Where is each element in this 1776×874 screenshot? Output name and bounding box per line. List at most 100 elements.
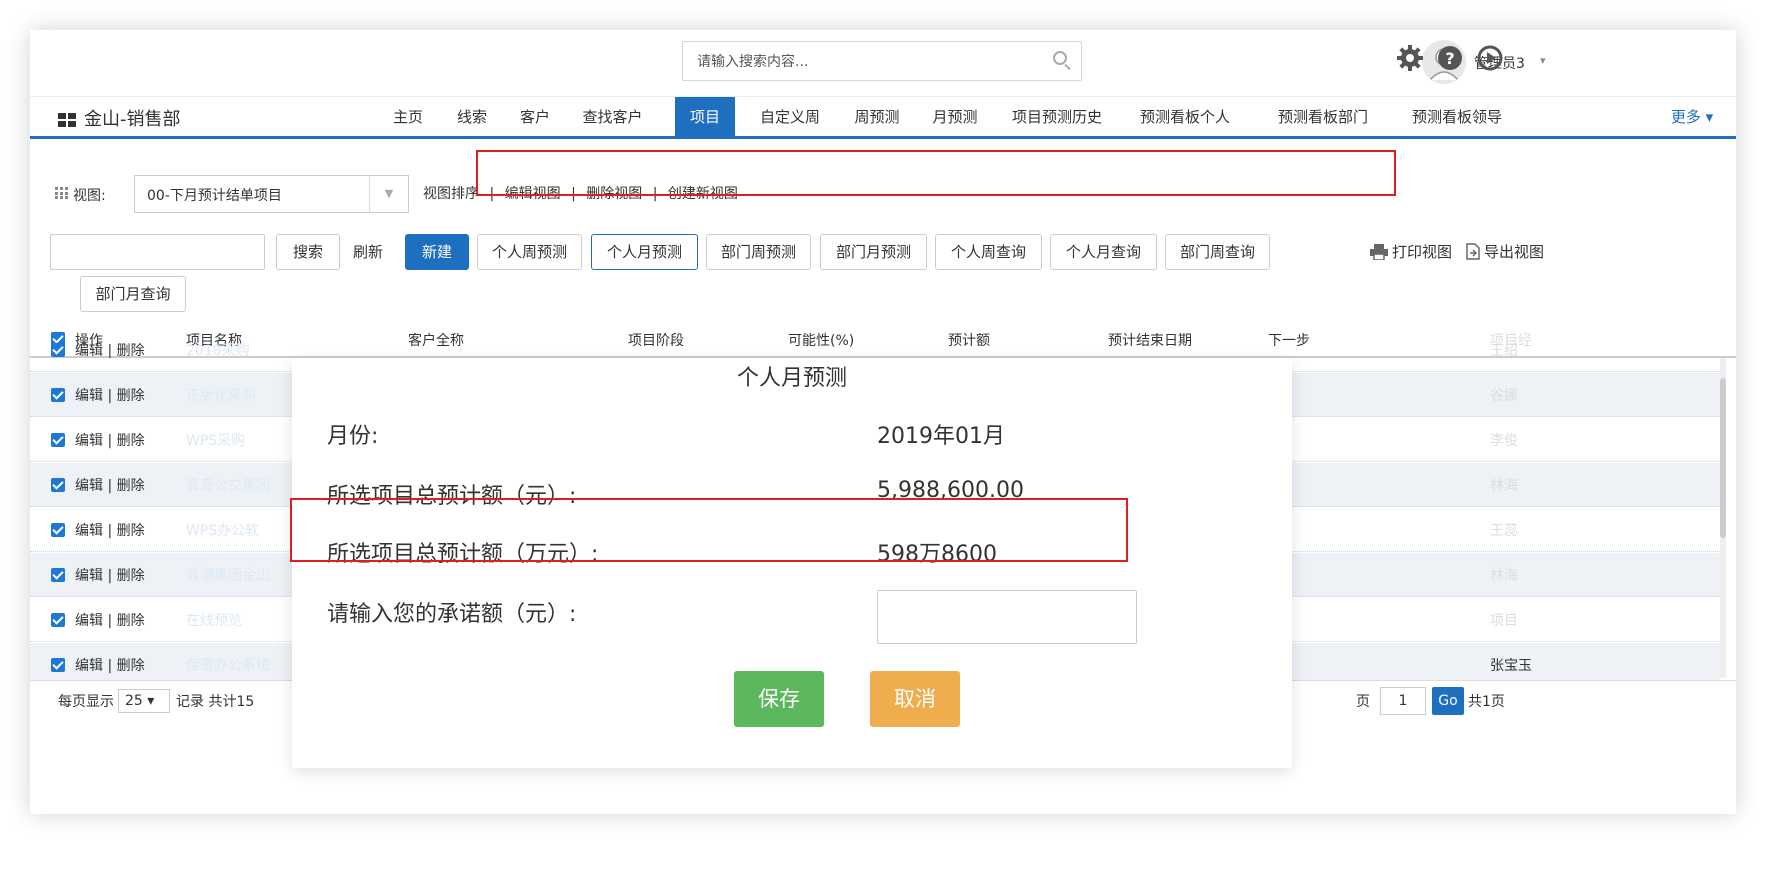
row-checkbox[interactable]: [51, 478, 65, 492]
row-edit-delete[interactable]: 编辑 | 删除: [75, 565, 145, 585]
row-manager: 林海: [1490, 568, 1518, 584]
row-project-name[interactable]: 正版化采购: [186, 385, 256, 405]
personal-month-query-button[interactable]: 个人月查询: [1050, 234, 1157, 270]
tab-projects[interactable]: 项目: [675, 97, 735, 137]
view-select-value: 00-下月预计结单项目: [147, 188, 282, 204]
row-edit-delete[interactable]: 编辑 | 删除: [75, 430, 145, 450]
tab-customers[interactable]: 客户: [515, 97, 555, 137]
svg-text:?: ?: [1445, 49, 1454, 68]
page-number-input[interactable]: 1: [1380, 687, 1426, 715]
row-edit-delete[interactable]: 编辑 | 删除: [75, 610, 145, 630]
dept-month-query-button[interactable]: 部门月查询: [80, 276, 186, 312]
row-checkbox[interactable]: [51, 388, 65, 402]
tab-more[interactable]: 更多 ▾: [1662, 97, 1722, 137]
tab-leads[interactable]: 线索: [452, 97, 492, 137]
row-checkbox[interactable]: [51, 613, 65, 627]
row-project-name[interactable]: 在线预览: [186, 610, 242, 630]
row-edit-delete[interactable]: 编辑 | 删除: [75, 385, 145, 405]
play-icon[interactable]: [1476, 44, 1504, 72]
row-edit-delete[interactable]: 编辑 | 删除: [75, 340, 145, 360]
dialog-title: 个人月预测: [736, 366, 847, 391]
row-manager: 王绍: [1490, 343, 1518, 359]
tab-board-personal[interactable]: 预测看板个人: [1130, 97, 1240, 137]
export-file-icon[interactable]: [1466, 243, 1480, 260]
search-input[interactable]: [683, 42, 1039, 82]
per-page-select[interactable]: 25 ▾: [118, 689, 170, 713]
view-sort-link[interactable]: 视图排序: [423, 186, 479, 202]
brand-name[interactable]: 金山-销售部: [84, 105, 181, 131]
dept-week-forecast-button[interactable]: 部门周预测: [706, 234, 811, 270]
row-manager: 项目: [1490, 613, 1518, 629]
tab-forecast-history[interactable]: 项目预测历史: [1002, 97, 1112, 137]
help-icon[interactable]: ?: [1436, 44, 1464, 72]
row-project-name[interactable]: 2018采购: [186, 340, 250, 360]
view-select[interactable]: 00-下月预计结单项目 ▼: [134, 175, 409, 213]
global-search[interactable]: [682, 41, 1082, 82]
total-pages: 共1页: [1468, 694, 1505, 710]
save-button[interactable]: 保存: [734, 671, 824, 727]
go-button[interactable]: Go: [1432, 687, 1464, 715]
row-manager: 谷娜: [1490, 388, 1518, 404]
row-checkbox[interactable]: [51, 658, 65, 672]
export-view-link[interactable]: 导出视图: [1484, 241, 1544, 262]
dept-week-query-button[interactable]: 部门周查询: [1165, 234, 1270, 270]
row-edit-delete[interactable]: 编辑 | 删除: [75, 655, 145, 675]
dept-month-forecast-button[interactable]: 部门月预测: [820, 234, 927, 270]
row-checkbox[interactable]: [51, 433, 65, 447]
grid-scrollbar[interactable]: [1720, 358, 1726, 678]
row-checkbox[interactable]: [51, 568, 65, 582]
personal-month-forecast-button[interactable]: 个人月预测: [591, 234, 698, 270]
row-project-name[interactable]: WPS办公软: [186, 520, 259, 540]
highlight-box-total-wan: [290, 498, 1128, 562]
new-button[interactable]: 新建: [405, 234, 469, 270]
row-manager: 林海: [1490, 478, 1518, 494]
row-edit-delete[interactable]: 编辑 | 删除: [75, 475, 145, 495]
main-nav: 金山-销售部 主页 线索 客户 查找客户 项目 自定义周 周预测 月预测 项目预…: [30, 96, 1736, 139]
row-manager: 张宝玉: [1490, 658, 1532, 674]
personal-week-query-button[interactable]: 个人周查询: [935, 234, 1042, 270]
row-project-name[interactable]: 浪潮集团金山: [186, 565, 270, 585]
row-checkbox[interactable]: [51, 343, 65, 357]
scrollbar-thumb[interactable]: [1720, 378, 1726, 538]
highlight-box-view-links: [476, 150, 1396, 196]
gear-icon[interactable]: [1396, 44, 1424, 72]
row-edit-delete[interactable]: 编辑 | 删除: [75, 520, 145, 540]
search-button[interactable]: 搜索: [276, 234, 340, 270]
row-project-name[interactable]: 青岛公交集团: [186, 475, 270, 495]
refresh-link[interactable]: 刷新: [353, 241, 383, 262]
personal-week-forecast-button[interactable]: 个人周预测: [477, 234, 582, 270]
list-search-input[interactable]: [50, 234, 265, 270]
tab-board-leader[interactable]: 预测看板领导: [1402, 97, 1512, 137]
tab-board-department[interactable]: 预测看板部门: [1268, 97, 1378, 137]
app-window: 管理员3 ▾ ? 金山-销售部: [30, 30, 1736, 814]
records-count: 记录 共计15: [176, 694, 255, 710]
row-project-name[interactable]: 保密办公系统: [186, 655, 270, 675]
tab-monthly-forecast[interactable]: 月预测: [925, 97, 985, 137]
row-checkbox[interactable]: [51, 523, 65, 537]
commit-amount-input[interactable]: [877, 590, 1137, 644]
printer-icon[interactable]: [1370, 244, 1388, 260]
cancel-button[interactable]: 取消: [870, 671, 960, 727]
tab-weekly-forecast[interactable]: 周预测: [847, 97, 907, 137]
top-bar: 管理员3 ▾ ?: [30, 30, 1736, 96]
search-icon[interactable]: [1053, 51, 1067, 65]
user-menu-caret-icon[interactable]: ▾: [1540, 54, 1546, 67]
toolbar: 搜索 刷新 新建 个人周预测 个人月预测 部门周预测 部门月预测 个人周查询 个…: [30, 221, 1736, 321]
tab-custom-week[interactable]: 自定义周: [750, 97, 830, 137]
view-label: 视图:: [73, 188, 106, 204]
per-page-label: 每页显示: [58, 694, 114, 710]
tab-home[interactable]: 主页: [388, 97, 428, 137]
month-value: 2019年01月: [877, 424, 1005, 449]
month-label: 月份:: [327, 424, 379, 449]
grid-logo-icon: [58, 113, 76, 127]
grid-view-icon: [55, 187, 68, 199]
monthly-forecast-dialog: 个人月预测 月份: 2019年01月 所选项目总预计额（元）: 5,988,60…: [292, 358, 1292, 768]
row-manager: 李俊: [1490, 433, 1518, 449]
row-manager: 王蕊: [1490, 523, 1518, 539]
tab-find-customer[interactable]: 查找客户: [575, 97, 650, 137]
page-label: 页: [1356, 694, 1370, 710]
print-view-link[interactable]: 打印视图: [1392, 241, 1452, 262]
commit-amount-label: 请输入您的承诺额（元）:: [327, 602, 577, 627]
row-project-name[interactable]: WPS采购: [186, 430, 245, 450]
chevron-down-icon[interactable]: ▼: [369, 176, 408, 212]
